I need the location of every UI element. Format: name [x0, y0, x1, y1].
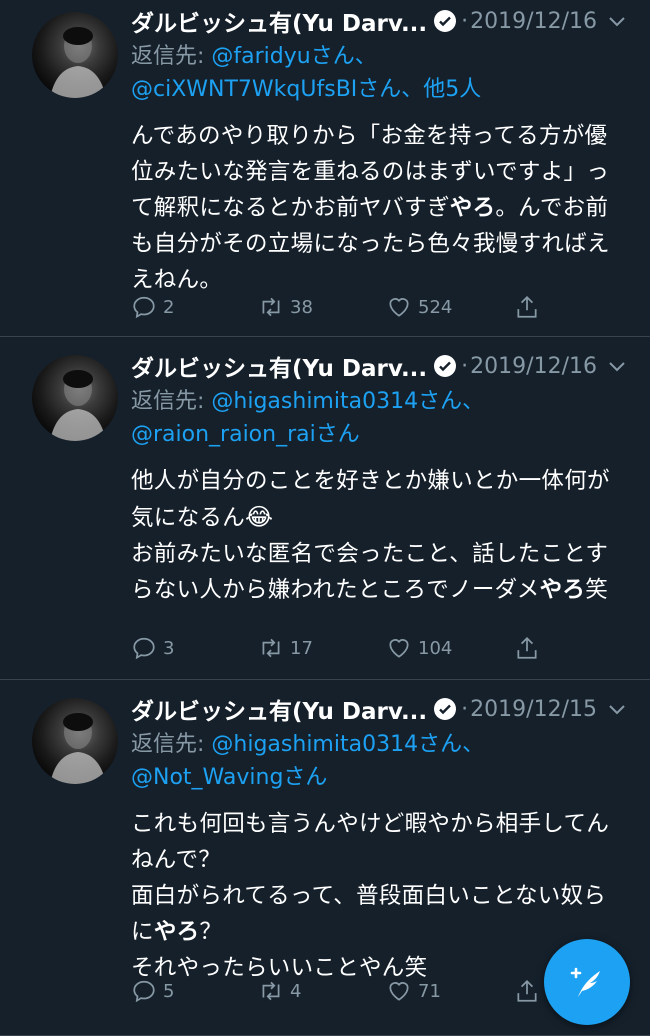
mention-suffix: さん	[315, 422, 360, 447]
mention-suffix: さん、	[357, 77, 424, 102]
mention-link[interactable]: @raion_raion_rai	[131, 422, 316, 447]
separator: ·	[461, 8, 469, 34]
text-bold: やろ	[539, 577, 586, 603]
text-part: これも何回も言うんやけど暇やから相手してんねんで？	[131, 811, 610, 873]
author-name[interactable]: ダルビッシュ有(Yu Darv...	[131, 4, 427, 38]
avatar[interactable]	[32, 698, 118, 784]
tweet[interactable]: ダルビッシュ有(Yu Darv... · 2019/12/16 返信先: @hi…	[0, 337, 650, 680]
mention-suffix: さん	[283, 765, 328, 790]
like-icon	[389, 639, 409, 658]
mention-link[interactable]: @higashimita0314	[211, 732, 418, 757]
verified-badge-icon	[434, 10, 457, 32]
compose-tweet-button[interactable]	[544, 939, 630, 1025]
chevron-down-icon[interactable]	[606, 355, 628, 377]
retweet-count: 38	[290, 296, 313, 318]
retweet-icon	[262, 981, 280, 1001]
mention-suffix: さん、	[310, 44, 377, 69]
like-count: 104	[418, 637, 453, 659]
compose-tweet-icon	[570, 967, 600, 997]
like-icon	[389, 982, 409, 1001]
text-part: 他人が自分のことを好きとか嫌いとか一体何が気になるん	[131, 468, 610, 531]
tweet-date[interactable]: 2019/12/15	[470, 697, 597, 722]
mention-link[interactable]: @higashimita0314	[211, 389, 418, 414]
share-button[interactable]	[514, 978, 546, 1004]
retweet-count: 4	[290, 980, 302, 1002]
like-count: 524	[418, 296, 453, 318]
separator: ·	[461, 353, 469, 379]
tweet[interactable]: ダルビッシュ有(Yu Darv... · 2019/12/16 返信先: @fa…	[0, 0, 650, 337]
tweet-header: ダルビッシュ有(Yu Darv... · 2019/12/16	[131, 4, 628, 38]
like-button[interactable]: 104	[386, 635, 452, 661]
action-bar: 2 38 524	[131, 292, 551, 322]
reply-icon	[133, 637, 155, 660]
separator: ·	[461, 696, 469, 722]
author-name[interactable]: ダルビッシュ有(Yu Darv...	[131, 349, 427, 383]
mention-link[interactable]: @Not_Waving	[131, 765, 283, 790]
share-button[interactable]	[514, 635, 546, 661]
like-count: 71	[418, 980, 441, 1002]
emoji: 😂	[245, 503, 274, 531]
reply-to: 返信先: @faridyuさん、 @ciXWNT7WkqUfsBIさん、他5人	[131, 40, 628, 106]
retweet-icon	[262, 638, 280, 658]
tweet-header: ダルビッシュ有(Yu Darv... · 2019/12/16	[131, 349, 628, 383]
mention-link[interactable]: @faridyu	[211, 44, 310, 69]
reply-icon	[133, 296, 155, 319]
author-name[interactable]: ダルビッシュ有(Yu Darv...	[131, 692, 427, 726]
reply-to: 返信先: @higashimita0314さん、 @Not_Wavingさん	[131, 728, 628, 794]
like-button[interactable]: 524	[386, 294, 452, 320]
reply-count: 2	[163, 296, 175, 318]
text-part: お前みたいな匿名で会ったこと、話したことすらない人から嫌われたところでノーダメ	[131, 541, 609, 603]
tweet-date[interactable]: 2019/12/16	[470, 354, 597, 379]
verified-badge-icon	[434, 355, 457, 377]
text-part: 笑	[585, 577, 609, 603]
chevron-down-icon[interactable]	[606, 10, 628, 32]
reply-button[interactable]: 3	[131, 635, 174, 661]
reply-button[interactable]: 5	[131, 978, 174, 1004]
share-icon	[517, 637, 537, 659]
mention-suffix: さん、	[418, 389, 485, 414]
reply-label: 返信先:	[131, 732, 212, 757]
reply-icon	[133, 980, 155, 1003]
like-button[interactable]: 71	[386, 978, 441, 1004]
retweet-button[interactable]: 38	[258, 294, 313, 320]
reply-count: 5	[163, 980, 175, 1002]
mention-suffix: さん、	[418, 732, 485, 757]
share-icon	[517, 296, 537, 318]
action-bar: 3 17 104	[131, 633, 551, 663]
reply-button[interactable]: 2	[131, 294, 174, 320]
retweet-button[interactable]: 17	[258, 635, 313, 661]
tweet-text: んであのやり取りから「お金を持ってる方が優位みたいな発言を重ねるのはまずいですよ…	[131, 118, 628, 298]
retweet-count: 17	[290, 637, 313, 659]
reply-count: 3	[163, 637, 175, 659]
share-button[interactable]	[514, 294, 546, 320]
reply-to: 返信先: @higashimita0314さん、 @raion_raion_rai…	[131, 385, 628, 451]
verified-badge-icon	[434, 698, 457, 720]
chevron-down-icon[interactable]	[606, 698, 628, 720]
retweet-button[interactable]: 4	[258, 978, 301, 1004]
reply-label: 返信先:	[131, 44, 212, 69]
others-link[interactable]: 他5人	[423, 77, 481, 102]
retweet-icon	[262, 297, 280, 317]
like-icon	[389, 298, 409, 317]
tweet-text: 他人が自分のことを好きとか嫌いとか一体何が気になるん😂 お前みたいな匿名で会ったこ…	[131, 463, 628, 608]
text-bold: やろ	[153, 919, 200, 945]
reply-label: 返信先:	[131, 389, 212, 414]
avatar[interactable]	[32, 355, 118, 441]
tweet-header: ダルビッシュ有(Yu Darv... · 2019/12/15	[131, 692, 628, 726]
tweet-date[interactable]: 2019/12/16	[470, 9, 597, 34]
action-bar: 5 4 71	[131, 976, 551, 1006]
text-bold: やろ	[449, 195, 496, 221]
avatar[interactable]	[32, 12, 118, 98]
text-part: ？	[199, 919, 223, 945]
mention-link[interactable]: @ciXWNT7WkqUfsBI	[131, 77, 357, 102]
share-icon	[517, 980, 537, 1002]
